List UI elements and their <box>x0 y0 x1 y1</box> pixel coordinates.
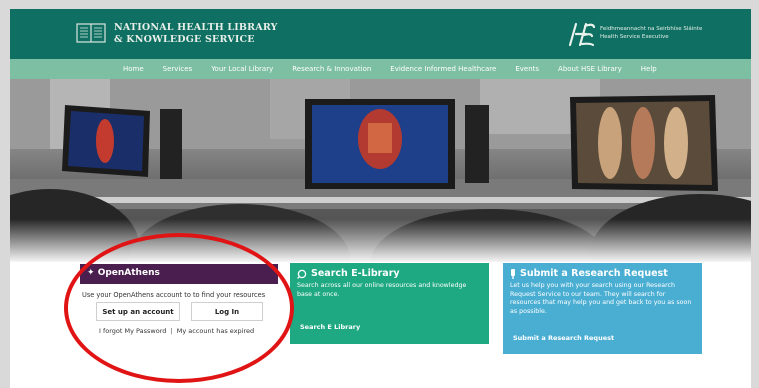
setup-account-button[interactable]: Set up an account <box>96 302 180 321</box>
search-elibrary-link[interactable]: Search E Library <box>300 323 360 331</box>
account-help-links: I forgot My Password | My account has ex… <box>99 327 254 335</box>
research-request-link[interactable]: Submit a Research Request <box>513 334 614 342</box>
monitor-left <box>62 105 182 179</box>
nav-about-hse-library[interactable]: About HSE Library <box>558 65 622 73</box>
book-logo-icon <box>76 23 106 43</box>
site-header: NATIONAL HEALTH LIBRARY & KNOWLEDGE SERV… <box>10 9 751 59</box>
monitor-right <box>570 95 718 191</box>
hse-logo-icon[interactable] <box>566 21 596 47</box>
browser-viewport: NATIONAL HEALTH LIBRARY & KNOWLEDGE SERV… <box>10 9 751 388</box>
login-button[interactable]: Log In <box>191 302 263 321</box>
hse-name: Feidhmeannacht na Seirbhíse Sláinte Heal… <box>600 26 702 41</box>
search-elibrary-heading: Search E-Library <box>297 268 482 279</box>
site-logo-text[interactable]: NATIONAL HEALTH LIBRARY & KNOWLEDGE SERV… <box>114 22 278 46</box>
logo-line-2: & KNOWLEDGE SERVICE <box>114 34 255 45</box>
main-navigation: Home Services Your Local Library Researc… <box>10 59 751 79</box>
search-elibrary-body: Search across all our online resources a… <box>297 282 467 298</box>
openathens-title: OpenAthens <box>97 268 160 278</box>
openathens-description: Use your OpenAthens account to to find y… <box>82 291 266 299</box>
nav-evidence-informed-healthcare[interactable]: Evidence Informed Healthcare <box>390 65 496 73</box>
research-request-body: Let us help you with your search using o… <box>510 282 692 315</box>
nav-home[interactable]: Home <box>123 65 144 73</box>
search-elibrary-title: Search E-Library <box>311 268 400 279</box>
research-request-heading: Submit a Research Request <box>510 268 695 279</box>
forgot-password-link[interactable]: I forgot My Password <box>99 327 166 335</box>
link-separator: | <box>170 327 173 335</box>
search-icon <box>297 269 307 279</box>
nav-events[interactable]: Events <box>515 65 539 73</box>
logo-line-1: NATIONAL HEALTH LIBRARY <box>114 22 278 33</box>
hse-english-name: Health Service Executive <box>600 33 669 40</box>
openathens-header: ✦ OpenAthens <box>80 264 278 284</box>
nav-your-local-library[interactable]: Your Local Library <box>211 65 273 73</box>
research-icon <box>511 268 515 279</box>
hero-image <box>10 79 751 262</box>
hse-irish-name: Feidhmeannacht na Seirbhíse Sláinte <box>600 26 703 32</box>
account-expired-link[interactable]: My account has expired <box>177 327 254 335</box>
openathens-icon: ✦ <box>87 268 95 278</box>
research-request-panel: Submit a Research Request Let us help yo… <box>503 263 702 354</box>
nav-research-innovation[interactable]: Research & Innovation <box>292 65 371 73</box>
nav-help[interactable]: Help <box>641 65 657 73</box>
hero-fade-overlay <box>10 219 751 262</box>
search-elibrary-panel: Search E-Library Search across all our o… <box>290 263 489 344</box>
nav-services[interactable]: Services <box>163 65 193 73</box>
research-request-title: Submit a Research Request <box>520 268 668 279</box>
